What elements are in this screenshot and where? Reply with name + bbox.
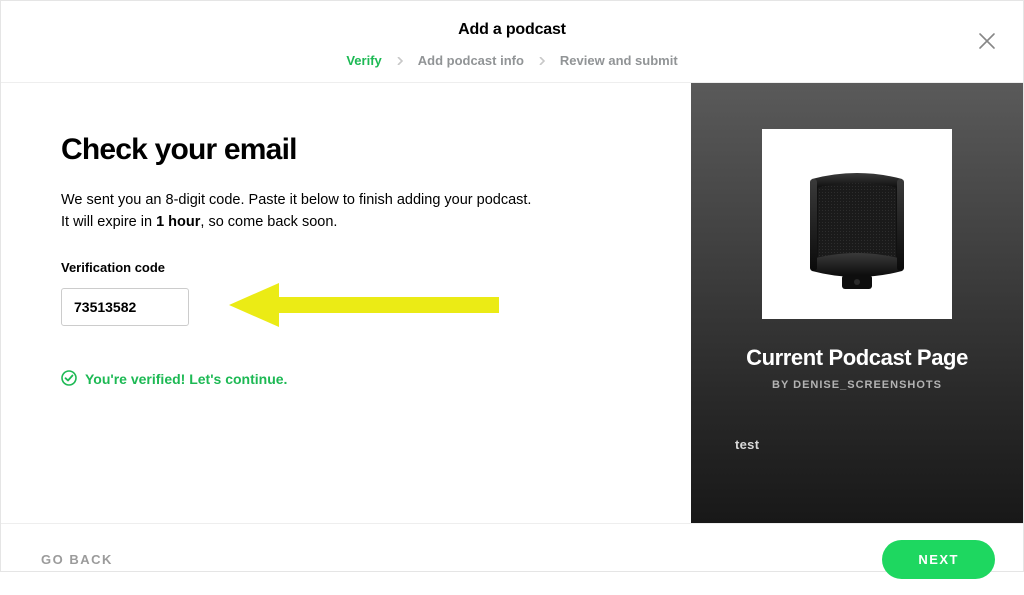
- breadcrumb-step-verify: Verify: [346, 53, 381, 68]
- podcast-preview-panel: Current Podcast Page BY DENISE_SCREENSHO…: [691, 83, 1023, 523]
- section-description: We sent you an 8-digit code. Paste it be…: [61, 189, 691, 234]
- close-icon[interactable]: [977, 31, 997, 56]
- success-message: You're verified! Let's continue.: [61, 370, 691, 389]
- verification-panel: Check your email We sent you an 8-digit …: [1, 83, 691, 523]
- check-circle-icon: [61, 370, 77, 389]
- modal-header: Add a podcast Verify Add podcast info Re…: [1, 1, 1023, 83]
- go-back-button[interactable]: GO BACK: [41, 552, 113, 567]
- success-text: You're verified! Let's continue.: [85, 371, 287, 387]
- episode-label: test: [735, 437, 759, 452]
- input-row: [61, 283, 691, 332]
- podcast-artwork: [762, 129, 952, 319]
- breadcrumb: Verify Add podcast info Review and submi…: [1, 53, 1023, 68]
- next-button[interactable]: NEXT: [882, 540, 995, 579]
- verification-code-input[interactable]: [61, 288, 189, 326]
- modal-body: Check your email We sent you an 8-digit …: [1, 83, 1023, 523]
- breadcrumb-step-info: Add podcast info: [418, 53, 524, 68]
- chevron-right-icon: [396, 54, 404, 68]
- chevron-right-icon: [538, 54, 546, 68]
- verification-code-label: Verification code: [61, 260, 691, 275]
- pop-filter-icon: [782, 149, 932, 299]
- page-title: Add a podcast: [1, 21, 1023, 39]
- podcast-author: BY DENISE_SCREENSHOTS: [772, 379, 942, 391]
- modal-footer: GO BACK NEXT: [1, 523, 1023, 595]
- arrow-annotation-icon: [229, 283, 499, 332]
- section-heading: Check your email: [61, 133, 691, 167]
- breadcrumb-step-review: Review and submit: [560, 53, 678, 68]
- podcast-title: Current Podcast Page: [746, 345, 968, 371]
